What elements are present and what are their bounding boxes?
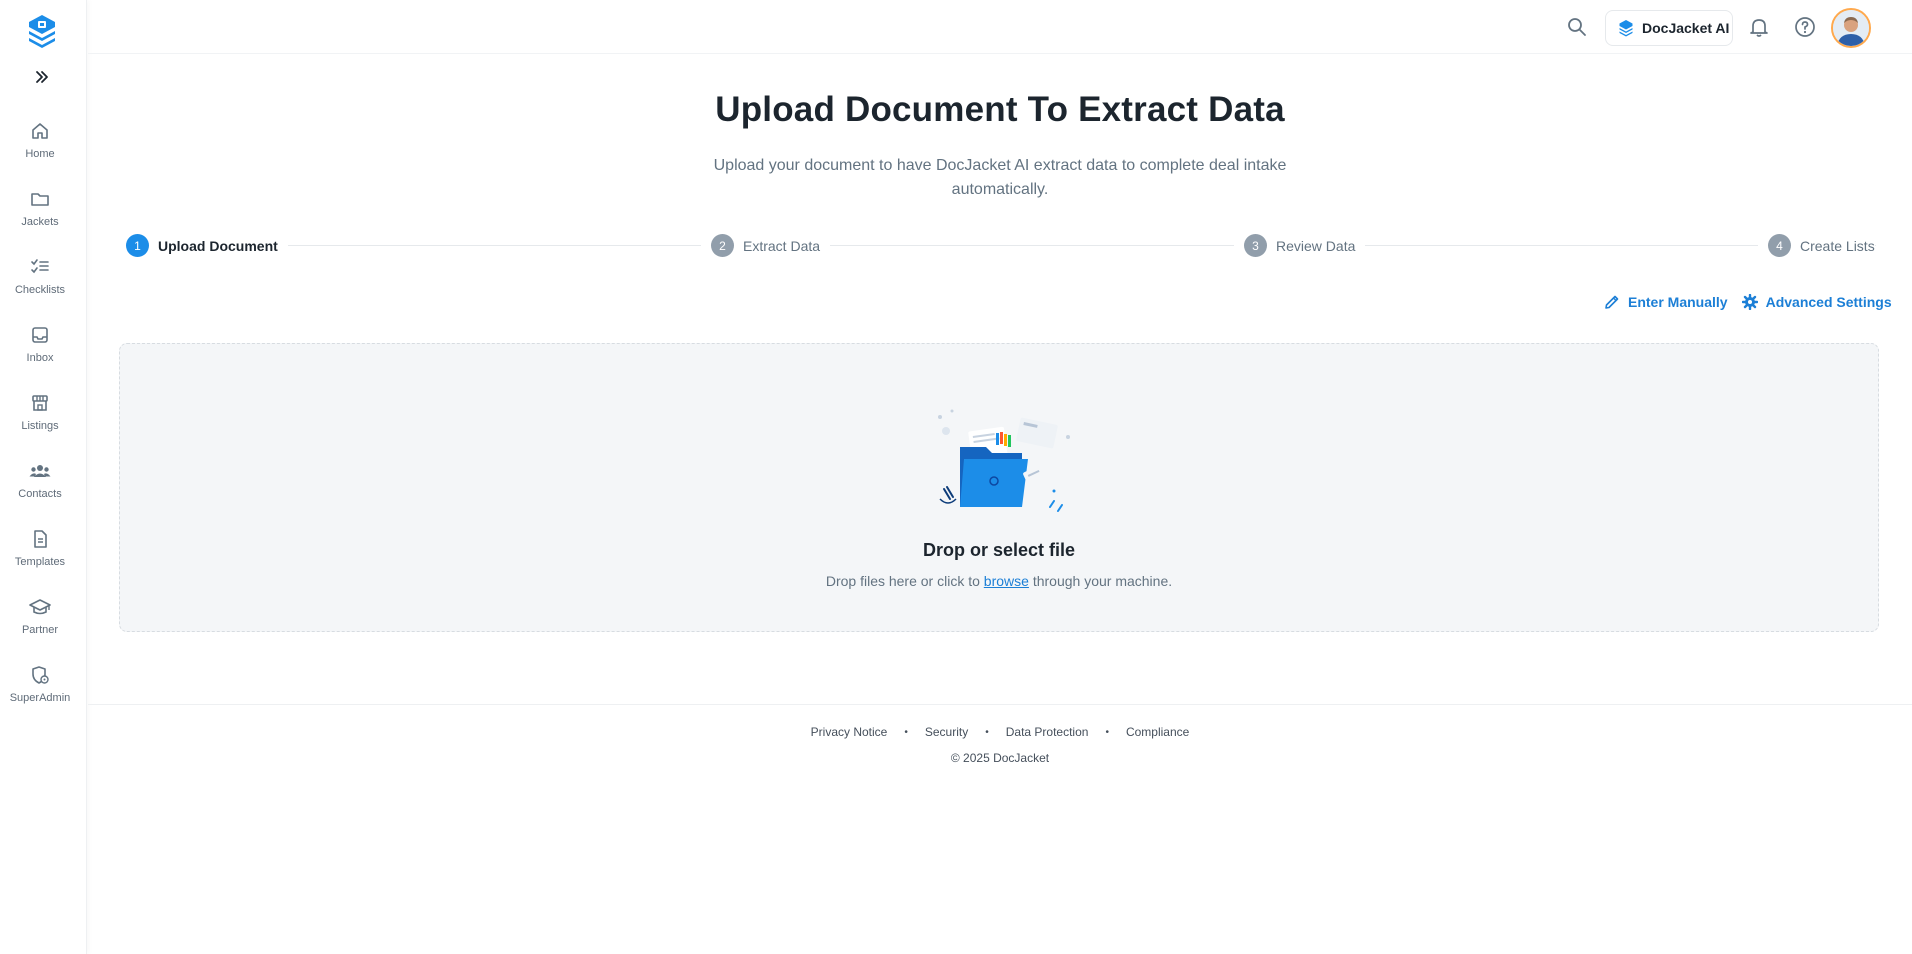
help-icon[interactable] — [1794, 16, 1816, 38]
sidebar-nav: Home Jackets Checklists Inbox Listings C… — [0, 112, 80, 724]
footer-separator: • — [985, 726, 989, 738]
people-icon — [29, 460, 51, 482]
stepper: 1 Upload Document 2 Extract Data 3 Revie… — [126, 234, 1876, 257]
step-label: Create Lists — [1800, 237, 1875, 254]
search-icon[interactable] — [1566, 16, 1588, 38]
compliance-link[interactable]: Compliance — [1126, 725, 1189, 739]
dropzone-title: Drop or select file — [922, 540, 1076, 560]
docjacket-ai-label: DocJacket AI — [1642, 20, 1730, 36]
sidebar-item-label: Jackets — [21, 216, 59, 228]
shield-settings-icon — [29, 664, 51, 686]
footer: Privacy Notice • Security • Data Protect… — [88, 704, 1912, 774]
step-number: 3 — [1244, 234, 1267, 257]
user-avatar[interactable] — [1831, 8, 1871, 48]
upload-folder-illustration — [930, 407, 1080, 517]
upload-actions: Enter Manually Advanced Settings — [1604, 294, 1892, 310]
folder-icon — [29, 188, 51, 210]
step-extract-data[interactable]: 2 Extract Data — [701, 234, 831, 257]
enter-manually-label: Enter Manually — [1628, 294, 1728, 310]
dropzone-subtitle: Drop files here or click to browse throu… — [120, 573, 1878, 589]
step-review-data[interactable]: 3 Review Data — [1234, 234, 1366, 257]
app-root: Home Jackets Checklists Inbox Listings C… — [0, 0, 1912, 954]
enter-manually-button[interactable]: Enter Manually — [1604, 294, 1728, 310]
sidebar-item-contacts[interactable]: Contacts — [0, 452, 80, 520]
page-subtitle: Upload your document to have DocJacket A… — [713, 157, 1287, 198]
step-upload-document[interactable]: 1 Upload Document — [126, 234, 288, 257]
dropzone-subtitle-after: through your machine. — [1028, 573, 1173, 589]
gear-icon — [1741, 294, 1758, 310]
sidebar-item-jackets[interactable]: Jackets — [0, 180, 80, 248]
checklist-icon — [29, 256, 51, 278]
dropzone-subtitle-before: Drop files here or click to — [825, 573, 984, 589]
sidebar-item-templates[interactable]: Templates — [0, 520, 80, 588]
pencil-icon — [1605, 295, 1619, 309]
sidebar-item-label: Home — [25, 148, 55, 160]
docjacket-ai-icon — [1619, 20, 1633, 37]
sidebar-item-label: SuperAdmin — [9, 692, 71, 704]
sidebar-item-home[interactable]: Home — [0, 112, 80, 180]
step-label: Extract Data — [743, 237, 821, 254]
step-number: 4 — [1768, 234, 1791, 257]
sidebar-item-label: Contacts — [18, 488, 62, 500]
sidebar-item-label: Templates — [14, 556, 66, 568]
sidebar-item-checklists[interactable]: Checklists — [0, 248, 80, 316]
footer-links: Privacy Notice • Security • Data Protect… — [88, 725, 1912, 739]
file-dropzone[interactable]: Drop or select file Drop files here or c… — [119, 343, 1879, 632]
sidebar-item-label: Listings — [21, 420, 59, 432]
document-icon — [29, 528, 51, 550]
store-icon — [29, 392, 51, 414]
copyright: © 2025 DocJacket — [950, 751, 1050, 765]
sidebar-item-inbox[interactable]: Inbox — [0, 316, 80, 384]
sidebar-item-label: Inbox — [26, 352, 54, 364]
footer-separator: • — [904, 726, 908, 738]
sidebar-item-label: Partner — [21, 624, 59, 636]
graduation-cap-icon — [29, 596, 51, 618]
sidebar-item-listings[interactable]: Listings — [0, 384, 80, 452]
docjacket-ai-button[interactable]: DocJacket AI — [1605, 10, 1733, 46]
home-icon — [29, 120, 51, 142]
security-link[interactable]: Security — [925, 725, 968, 739]
sidebar: Home Jackets Checklists Inbox Listings C… — [0, 0, 87, 954]
data-protection-link[interactable]: Data Protection — [1006, 725, 1089, 739]
expand-sidebar-icon[interactable] — [31, 66, 53, 88]
sidebar-item-label: Checklists — [14, 284, 66, 296]
inbox-icon — [29, 324, 51, 346]
privacy-notice-link[interactable]: Privacy Notice — [811, 725, 888, 739]
notifications-bell-icon[interactable] — [1748, 16, 1770, 38]
sidebar-item-partner[interactable]: Partner — [0, 588, 80, 656]
step-label: Upload Document — [158, 237, 278, 254]
sidebar-item-superadmin[interactable]: SuperAdmin — [0, 656, 80, 724]
step-label: Review Data — [1276, 237, 1356, 254]
step-number: 1 — [126, 234, 149, 257]
advanced-settings-button[interactable]: Advanced Settings — [1741, 294, 1892, 310]
page-title: Upload Document To Extract Data — [715, 90, 1285, 129]
footer-separator: • — [1105, 726, 1109, 738]
docjacket-logo-icon[interactable] — [26, 13, 58, 49]
step-create-lists[interactable]: 4 Create Lists — [1758, 234, 1875, 257]
step-number: 2 — [711, 234, 734, 257]
advanced-settings-label: Advanced Settings — [1765, 294, 1892, 310]
browse-link[interactable]: browse — [984, 573, 1029, 589]
